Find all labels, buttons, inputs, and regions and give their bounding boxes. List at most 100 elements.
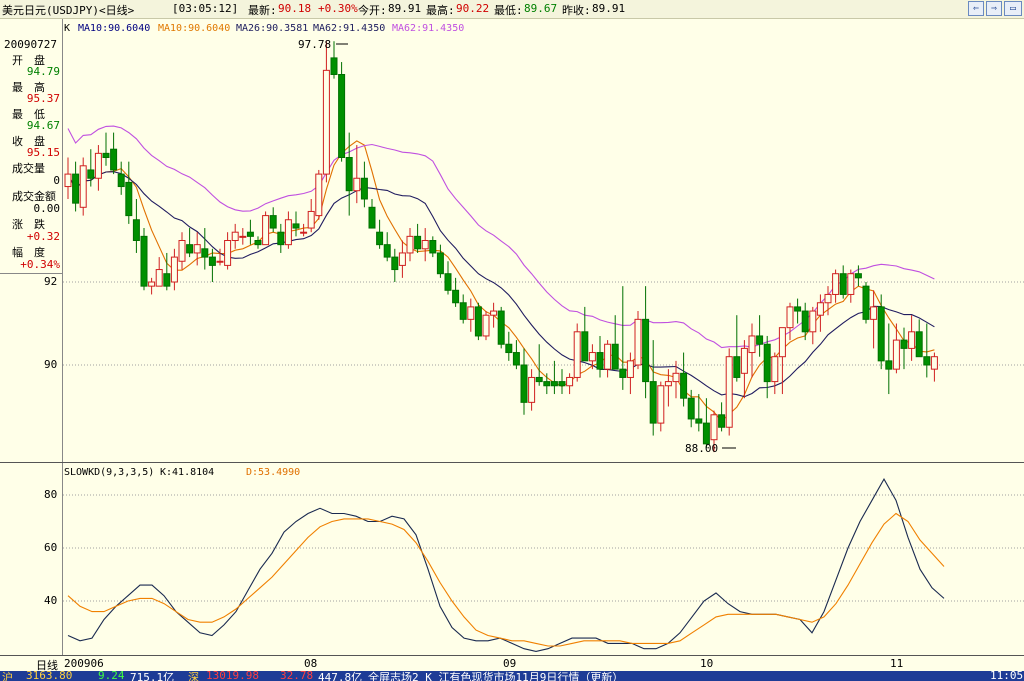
candle-body bbox=[231, 231, 239, 241]
candle-body bbox=[132, 219, 140, 241]
candle-body bbox=[862, 285, 870, 320]
candle-body bbox=[930, 356, 938, 370]
candle-body bbox=[786, 306, 794, 329]
candle-body bbox=[649, 381, 657, 424]
candle-body bbox=[414, 235, 422, 250]
candle-body bbox=[718, 414, 726, 428]
candle-body bbox=[733, 356, 741, 378]
candle-body bbox=[102, 152, 110, 159]
ticker-sz-change: 32.78 bbox=[280, 671, 314, 681]
price-chart[interactable]: K MA10:90.6040 MA10:90.6040 MA26:90.3581… bbox=[0, 0, 1024, 681]
candle-body bbox=[262, 215, 270, 246]
candle-body bbox=[634, 318, 642, 366]
kd-d-line bbox=[67, 512, 945, 647]
candle-body bbox=[216, 260, 224, 263]
candle-body bbox=[664, 381, 672, 387]
candle-body bbox=[839, 273, 847, 295]
candle-body bbox=[877, 306, 885, 362]
legend-ma62-b: MA62:91.4350 bbox=[392, 23, 464, 34]
candle-body bbox=[695, 418, 703, 424]
candle-body bbox=[816, 302, 824, 316]
candle-body bbox=[300, 231, 308, 234]
candle-body bbox=[208, 256, 216, 266]
candle-body bbox=[269, 215, 277, 229]
candle-body bbox=[611, 343, 619, 370]
candle-body bbox=[710, 414, 718, 441]
candle-body bbox=[155, 269, 163, 287]
candle-body bbox=[117, 173, 125, 188]
candle-body bbox=[277, 231, 285, 246]
candle-body bbox=[452, 289, 460, 304]
candle-body bbox=[740, 347, 748, 374]
candle-body bbox=[284, 219, 292, 246]
candle-body bbox=[170, 256, 178, 283]
candle-body bbox=[771, 356, 779, 383]
indicator-d-label: D:53.4990 bbox=[246, 467, 300, 478]
candle-body bbox=[824, 293, 832, 304]
candle-body bbox=[421, 240, 429, 250]
ticker-sz-amount: 447.8亿 bbox=[318, 671, 363, 681]
candle-body bbox=[239, 235, 247, 238]
candle-body bbox=[72, 173, 80, 204]
candle-body bbox=[520, 364, 528, 403]
legend-ma10-b: MA10:90.6040 bbox=[158, 23, 230, 34]
candle-body bbox=[376, 231, 384, 246]
candle-body bbox=[763, 343, 771, 383]
candle-body bbox=[406, 235, 414, 254]
candle-body bbox=[543, 381, 551, 387]
candle-body bbox=[581, 331, 589, 362]
candle-body bbox=[360, 177, 368, 200]
candle-body bbox=[474, 306, 482, 337]
candle-body bbox=[908, 331, 916, 349]
candle-body bbox=[193, 244, 201, 254]
candle-body bbox=[436, 252, 444, 275]
legend-ma62-a: MA62:91.4350 bbox=[313, 23, 385, 34]
candle-body bbox=[330, 57, 338, 76]
candle-body bbox=[429, 240, 437, 254]
legend-k: K bbox=[64, 23, 70, 34]
indicator-label: SLOWKD(9,3,3,5) bbox=[64, 467, 154, 478]
candle-body bbox=[292, 223, 300, 229]
candle-body bbox=[854, 273, 862, 279]
candle-body bbox=[748, 335, 756, 354]
candle-body bbox=[847, 273, 855, 295]
candle-body bbox=[140, 235, 148, 287]
kd-k-line bbox=[67, 477, 945, 652]
candle-body bbox=[923, 356, 931, 366]
candle-body bbox=[900, 339, 908, 349]
date-axis-line bbox=[0, 655, 1024, 656]
candle-body bbox=[315, 173, 323, 217]
panel-separator bbox=[0, 462, 1024, 463]
candle-body bbox=[558, 381, 566, 387]
date-tick-08: 08 bbox=[304, 657, 318, 670]
candle-body bbox=[338, 74, 346, 158]
candle-body bbox=[680, 372, 688, 399]
candle-body bbox=[467, 306, 475, 320]
market-ticker[interactable]: 沪 3163.80 9.24 715.1亿 深 13019.98 32.78 4… bbox=[0, 671, 1024, 681]
candle-body bbox=[626, 360, 634, 378]
moving-averages bbox=[67, 125, 935, 422]
candle-body bbox=[110, 148, 118, 171]
candle-body bbox=[246, 231, 254, 237]
ticker-news[interactable]: 全屏志场2 K 江有色现货市场11月9日行情（更新） bbox=[368, 671, 623, 681]
candle-body bbox=[809, 310, 817, 333]
candle-body bbox=[163, 273, 171, 287]
candle-body bbox=[224, 240, 232, 266]
candle-body bbox=[398, 252, 406, 266]
candle-body bbox=[756, 335, 764, 345]
candle-body bbox=[345, 157, 353, 192]
candle-body bbox=[604, 343, 612, 370]
candle-body bbox=[778, 327, 786, 358]
candle-body bbox=[573, 331, 581, 378]
legend-ma26: MA26:90.3581 bbox=[236, 23, 308, 34]
candle-body bbox=[497, 310, 505, 345]
candle-body bbox=[125, 181, 133, 217]
candle-body bbox=[201, 248, 209, 258]
ticker-clock: 11:05 bbox=[990, 671, 1024, 681]
candle-body bbox=[391, 256, 399, 271]
ticker-sh-change: 9.24 bbox=[98, 671, 125, 681]
candle-body bbox=[87, 169, 95, 179]
date-tick-200906: 200906 bbox=[64, 657, 104, 670]
candle-body bbox=[588, 352, 596, 362]
candle-body bbox=[832, 273, 840, 295]
